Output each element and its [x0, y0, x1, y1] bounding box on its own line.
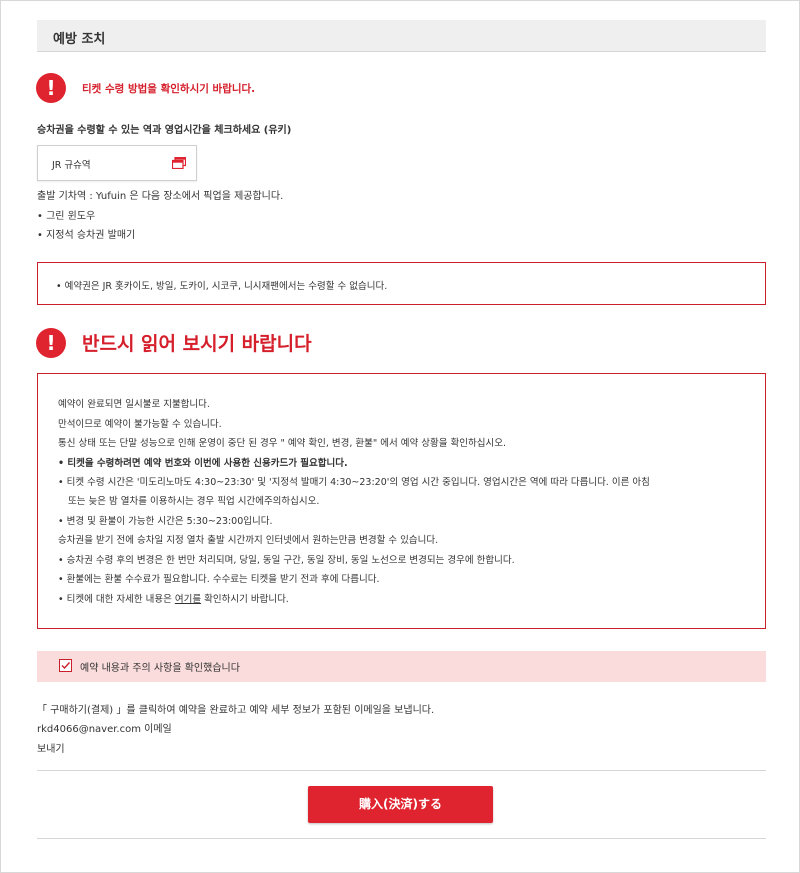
notice-text: • 예약권은 JR 홋카이도, 방일, 도카이, 시코쿠, 니시재팬에서는 수령… [56, 281, 388, 292]
info-line-with-link: • 티켓에 대한 자세한 내용은 여기를 확인하시기 바랍니다. [58, 591, 289, 605]
confirm-label: 예약 내용과 주의 사항을 확인했습니다 [80, 663, 240, 674]
window-icon [172, 157, 186, 169]
info-line: 통신 상태 또는 단말 성능으로 인해 운영이 중단 된 경우 " 예약 확인,… [58, 438, 506, 449]
check-icon [61, 662, 71, 670]
details-link[interactable]: 여기를 [175, 594, 201, 605]
station-name: JR 규슈역 [52, 160, 91, 171]
divider [37, 770, 766, 771]
info-text: • 티켓에 대한 자세한 내용은 [58, 594, 172, 605]
departure-line: 출발 기차역 : Yufuin 은 다음 장소에서 픽업을 제공합니다. [37, 191, 284, 202]
station-selector[interactable]: JR 규슈역 [37, 145, 197, 181]
notice-box: • 예약권은 JR 홋카이도, 방일, 도카이, 시코쿠, 니시재팬에서는 수령… [37, 262, 766, 305]
info-text: 확인하시기 바랍니다. [204, 594, 289, 605]
divider [37, 838, 766, 839]
important-alert-text: 반드시 읽어 보시기 바랍니다 [82, 333, 312, 355]
section-header: 예방 조치 [37, 20, 766, 52]
confirm-bar: 예약 내용과 주의 사항을 확인했습니다 [37, 651, 766, 682]
pickup-location: • 그린 윈도우 [37, 211, 96, 222]
info-line: • 티켓 수령 시간은 '미도리노마도 4:30~23:30' 및 '지정석 발… [58, 477, 650, 488]
pickup-alert-text: 티켓 수령 방법을 확인하시기 바랍니다. [82, 83, 256, 95]
info-line: • 승차권 수령 후의 변경은 한 번만 처리되며, 당일, 동일 구간, 동일… [58, 555, 515, 566]
pickup-location: • 지정석 승차권 발매기 [37, 230, 136, 241]
info-line: 만석이므로 예약이 불가능할 수 있습니다. [58, 419, 222, 430]
info-line: • 변경 및 환불이 가능한 시간은 5:30~23:00입니다. [58, 516, 273, 527]
info-line: • 티켓을 수령하려면 예약 번호와 이번에 사용한 신용카드가 필요합니다. [58, 458, 348, 469]
send-line: 보내기 [37, 744, 65, 755]
info-line: 또는 늦은 밤 열차를 이용하시는 경우 픽업 시간에주의하십시오. [68, 496, 320, 507]
exclamation-icon: ! [36, 328, 66, 358]
buy-button[interactable]: 購入(決済)する [308, 786, 493, 823]
footer-instruction: 「 구매하기(결제) 」를 클릭하여 예약을 완료하고 예약 세부 정보가 포함… [37, 705, 435, 716]
info-line: 예약이 완료되면 일시불로 지불합니다. [58, 399, 210, 410]
info-line: 승차권을 받기 전에 승차일 지정 열차 출발 시간까지 인터넷에서 원하는만큼… [58, 535, 439, 546]
email-line: rkd4066@naver.com 이메일 [37, 724, 172, 735]
pickup-heading: 승차권을 수령할 수 있는 역과 영업시간을 체크하세요 (유키) [37, 125, 292, 136]
section-title: 예방 조치 [53, 32, 106, 47]
exclamation-icon: ! [36, 73, 66, 103]
confirm-checkbox[interactable] [59, 659, 72, 672]
info-box: 예약이 완료되면 일시불로 지불합니다. 만석이므로 예약이 불가능할 수 있습… [37, 373, 766, 629]
info-line: • 환불에는 환불 수수료가 필요합니다. 수수료는 티켓을 받기 전과 후에 … [58, 574, 380, 585]
